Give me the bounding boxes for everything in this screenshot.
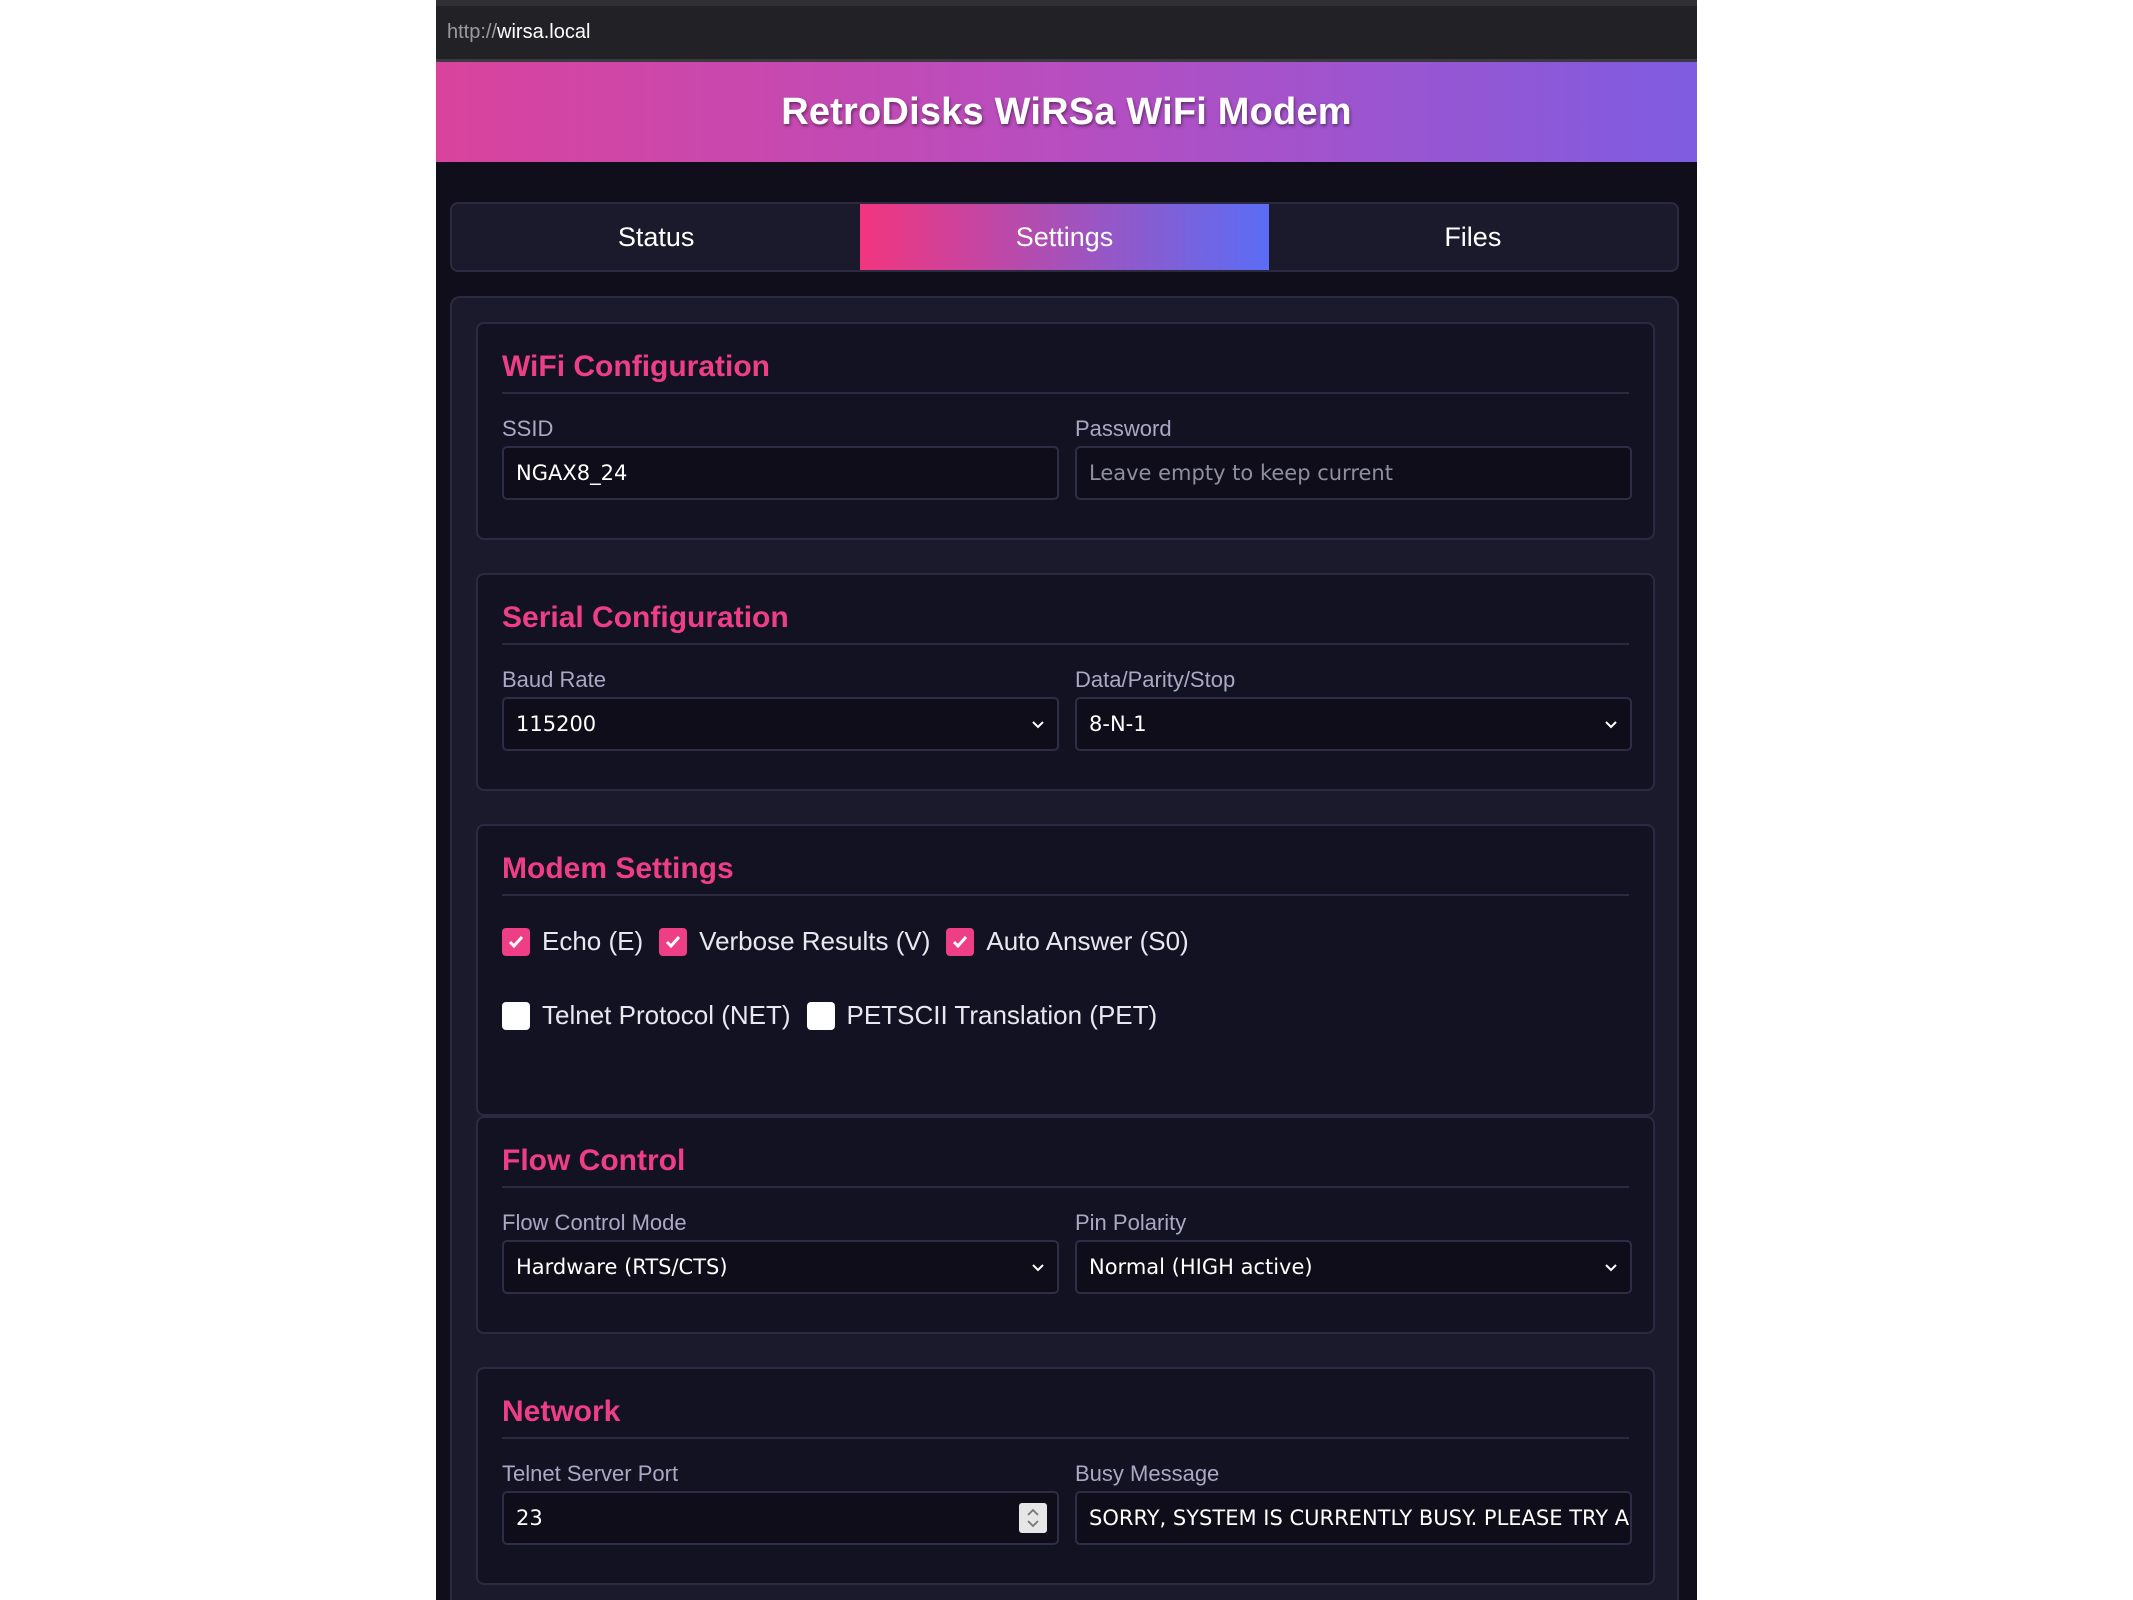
divider	[502, 1186, 1629, 1188]
divider	[502, 392, 1629, 394]
address-bar[interactable]: http://wirsa.local	[436, 0, 1697, 62]
chevron-down-icon	[1605, 1264, 1617, 1272]
busy-message-label: Busy Message	[1075, 1461, 1220, 1486]
busy-message-input[interactable]: SORRY, SYSTEM IS CURRENTLY BUSY. PLEASE …	[1075, 1491, 1632, 1545]
network-heading: Network	[502, 1395, 621, 1428]
wifi-section: WiFi Configuration SSID NGAX8_24 Passwor…	[476, 322, 1655, 540]
auto-answer-checkbox[interactable]	[946, 927, 975, 956]
settings-panel: WiFi Configuration SSID NGAX8_24 Passwor…	[450, 296, 1679, 1600]
petscii-translation-label: PETSCII Translation (PET)	[846, 1000, 1158, 1030]
chevron-down-icon	[1032, 721, 1044, 729]
serial-section: Serial Configuration Baud Rate 115200 Da…	[476, 573, 1655, 791]
flow-control-heading: Flow Control	[502, 1144, 686, 1177]
modem-options-row-1: Echo (E) Verbose Results (V) Auto Answer…	[502, 926, 1205, 957]
ssid-input[interactable]: NGAX8_24	[502, 446, 1059, 500]
flow-control-mode-select[interactable]: Hardware (RTS/CTS)	[502, 1240, 1059, 1294]
url-protocol: http://	[447, 21, 498, 43]
serial-heading: Serial Configuration	[502, 601, 789, 634]
divider	[502, 1437, 1629, 1439]
network-section: Network Telnet Server Port 23 Busy Messa…	[476, 1367, 1655, 1585]
data-parity-stop-label: Data/Parity/Stop	[1075, 667, 1236, 692]
url-host: wirsa.local	[497, 21, 591, 43]
number-spinner[interactable]	[1019, 1503, 1047, 1533]
divider	[502, 894, 1629, 896]
telnet-port-input[interactable]: 23	[502, 1491, 1059, 1545]
chevron-down-icon	[1605, 721, 1617, 729]
ssid-label: SSID	[502, 416, 554, 441]
flow-control-mode-value: Hardware (RTS/CTS)	[516, 1255, 728, 1279]
modem-options-row-2: Telnet Protocol (NET) PETSCII Translatio…	[502, 1000, 1173, 1031]
flow-control-section: Flow Control Flow Control Mode Hardware …	[476, 1116, 1655, 1334]
data-parity-stop-select[interactable]: 8-N-1	[1075, 697, 1632, 751]
pin-polarity-select[interactable]: Normal (HIGH active)	[1075, 1240, 1632, 1294]
baud-rate-value: 115200	[516, 712, 597, 736]
telnet-port-value: 23	[516, 1506, 543, 1530]
data-parity-stop-value: 8-N-1	[1089, 712, 1147, 736]
password-label: Password	[1075, 416, 1172, 441]
telnet-protocol-label: Telnet Protocol (NET)	[542, 1000, 791, 1030]
chevron-down-icon	[1032, 1264, 1044, 1272]
echo-checkbox[interactable]	[502, 927, 530, 956]
telnet-port-label: Telnet Server Port	[502, 1461, 679, 1486]
pin-polarity-label: Pin Polarity	[1075, 1210, 1187, 1235]
baud-rate-select[interactable]: 115200	[502, 697, 1059, 751]
petscii-translation-checkbox[interactable]	[806, 1001, 835, 1030]
app-header: RetroDisks WiRSa WiFi Modem	[436, 62, 1697, 162]
checkmark-icon	[508, 935, 524, 948]
auto-answer-label: Auto Answer (S0)	[986, 926, 1189, 956]
telnet-protocol-checkbox[interactable]	[502, 1001, 530, 1030]
pin-polarity-value: Normal (HIGH active)	[1089, 1255, 1313, 1279]
baud-rate-label: Baud Rate	[502, 667, 606, 692]
checkmark-icon	[953, 935, 968, 948]
echo-label: Echo (E)	[542, 926, 644, 956]
checkmark-icon	[666, 935, 681, 948]
browser-window: http://wirsa.local RetroDisks WiRSa WiFi…	[436, 0, 1697, 1600]
spinner-arrows-icon	[1027, 1508, 1039, 1528]
verbose-results-label: Verbose Results (V)	[699, 926, 931, 956]
tab-files[interactable]: Files	[1269, 204, 1677, 270]
wifi-heading: WiFi Configuration	[502, 350, 771, 383]
verbose-results-checkbox[interactable]	[659, 927, 688, 956]
flow-control-mode-label: Flow Control Mode	[502, 1210, 687, 1235]
modem-section: Modem Settings Echo (E) Verbose Results …	[476, 824, 1655, 1116]
page-title: RetroDisks WiRSa WiFi Modem	[781, 90, 1352, 133]
modem-heading: Modem Settings	[502, 852, 734, 885]
divider	[502, 643, 1629, 645]
password-input[interactable]: Leave empty to keep current	[1075, 446, 1632, 500]
tab-bar: Status Settings Files	[450, 202, 1679, 272]
tab-status[interactable]: Status	[452, 204, 860, 270]
tab-settings[interactable]: Settings	[860, 204, 1269, 270]
